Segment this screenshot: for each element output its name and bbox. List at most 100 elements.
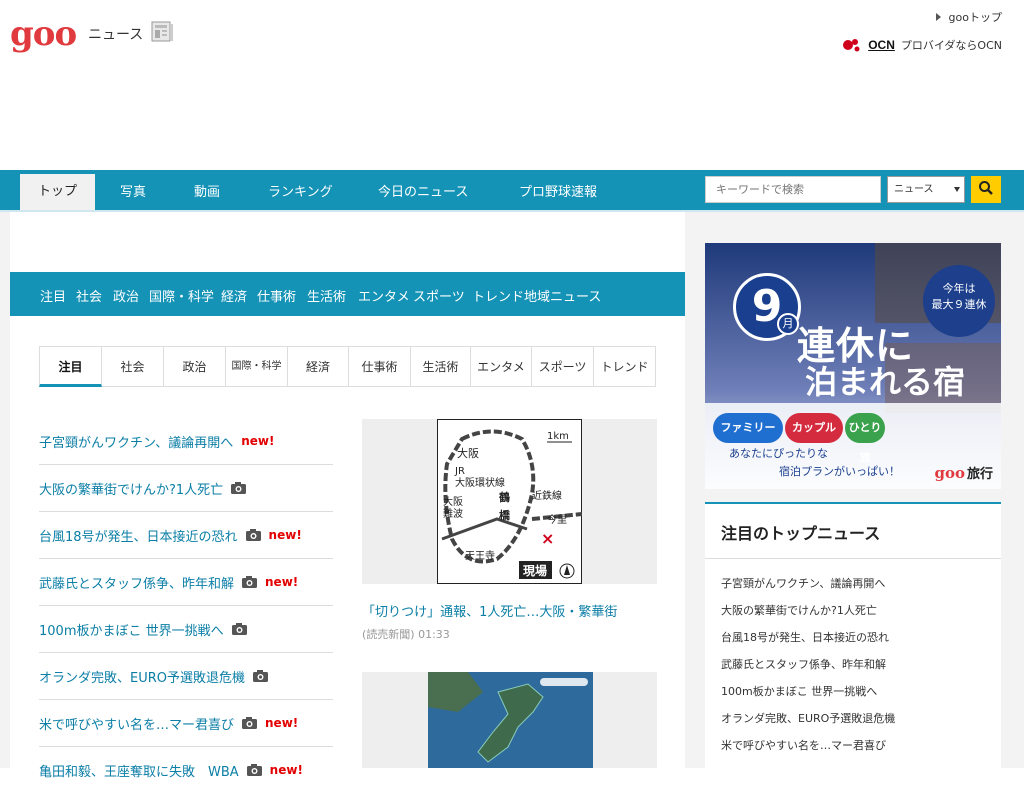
- list-item[interactable]: 武藤氏とスタッフ係争、昨年和解 new!: [39, 559, 333, 606]
- list-item[interactable]: 子宮頸がんワクチン、議論再開へ new!: [39, 418, 333, 465]
- chevron-down-icon: [954, 187, 960, 192]
- top-news-item[interactable]: 米で呼びやすい名を…マー君喜び: [721, 738, 895, 765]
- category-kokusai[interactable]: 国際・科学: [149, 286, 214, 305]
- satellite-image: [428, 672, 593, 768]
- ad-badge-line1: 今年は: [942, 282, 976, 295]
- top-news-item[interactable]: 大阪の繁華街でけんか?1人死亡: [721, 603, 895, 630]
- top-news-item[interactable]: 100m板かまぼこ 世界一挑戦へ: [721, 684, 895, 711]
- nav-tab-baseball[interactable]: プロ野球速報: [519, 181, 597, 200]
- map-label-jr: JR: [454, 466, 465, 477]
- news-list: 子宮頸がんワクチン、議論再開へ new! 大阪の繁華街でけんか?1人死亡 台風1…: [39, 418, 333, 793]
- list-item[interactable]: 100m板かまぼこ 世界一挑戦へ: [39, 606, 333, 653]
- category-bar: 注目 社会 政治 国際・科学 経済 仕事術 生活術 エンタメ スポーツ トレンド…: [10, 272, 685, 316]
- news-title[interactable]: 台風18号が発生、日本接近の恐れ: [39, 526, 238, 545]
- feature-caption[interactable]: 「切りつけ」通報、1人死亡…大阪・繁華街: [362, 601, 617, 620]
- goo-top-label: gooトップ: [948, 11, 1002, 24]
- search-input[interactable]: [705, 176, 881, 203]
- news-title[interactable]: 大阪の繁華街でけんか?1人死亡: [39, 479, 223, 498]
- nav-tab-ranking[interactable]: ランキング: [268, 181, 333, 200]
- top-news-divider: [705, 558, 1001, 559]
- news-section-title[interactable]: ニュース: [88, 24, 143, 44]
- category-chumoku[interactable]: 注目: [40, 286, 66, 305]
- map-label-osaka: 大阪: [457, 446, 479, 460]
- tab-keizai[interactable]: 経済: [288, 346, 349, 387]
- ad-tagline-1: あなたにぴったりな: [729, 447, 828, 460]
- camera-icon: [246, 764, 262, 776]
- camera-icon: [231, 482, 247, 494]
- search-scope-value: ニュース: [894, 184, 934, 195]
- nav-tab-videos[interactable]: 動画: [194, 181, 220, 200]
- camera-icon: [242, 576, 258, 588]
- new-badge: new!: [268, 528, 302, 542]
- tab-seiji[interactable]: 政治: [164, 346, 226, 387]
- feature-photo[interactable]: 1km 大阪 JR 大阪環状線 大阪 難波 鶴 橋 近鉄線 今里 天王寺 × 現…: [362, 419, 657, 584]
- news-title[interactable]: 子宮頸がんワクチン、議論再開へ: [39, 432, 233, 451]
- nav-tab-photos[interactable]: 写真: [120, 181, 146, 200]
- map-label-tennoji: 天王寺: [465, 550, 495, 562]
- camera-icon: [242, 717, 258, 729]
- feature-photo-2[interactable]: [362, 672, 657, 768]
- category-shakai[interactable]: 社会: [76, 286, 102, 305]
- ad-badge-line2: 最大９連休: [931, 298, 987, 311]
- ad-holiday-badge: 今年は 最大９連休: [923, 265, 995, 337]
- feature-source: (読売新聞) 01:33: [362, 628, 450, 641]
- camera-icon: [231, 623, 247, 635]
- ad-pill-family: ファミリー: [713, 413, 783, 443]
- tab-sports[interactable]: スポーツ: [532, 346, 594, 387]
- tab-entame[interactable]: エンタメ: [471, 346, 532, 387]
- news-title[interactable]: 100m板かまぼこ 世界一挑戦へ: [39, 620, 224, 639]
- search-scope-select[interactable]: ニュース: [887, 176, 965, 203]
- news-title[interactable]: 武藤氏とスタッフ係争、昨年和解: [39, 573, 234, 592]
- tab-trend[interactable]: トレンド: [594, 346, 656, 387]
- ad-headline-2: 泊まれる宿: [805, 363, 966, 401]
- top-news-panel: 注目のトップニュース 子宮頸がんワクチン、議論再開へ 大阪の繁華街でけんか?1人…: [705, 504, 1001, 768]
- ocn-provider-link[interactable]: OCN プロバイダならOCN: [842, 36, 1002, 54]
- map-scale-label: 1km: [547, 431, 569, 442]
- category-local[interactable]: 地域ニュース: [524, 286, 601, 305]
- tab-shakai[interactable]: 社会: [102, 346, 164, 387]
- top-news-item[interactable]: 台風18号が発生、日本接近の恐れ: [721, 630, 895, 657]
- category-seiji[interactable]: 政治: [113, 286, 139, 305]
- new-badge: new!: [269, 763, 303, 777]
- search-button[interactable]: [971, 176, 1001, 203]
- news-tabs: 注目 社会 政治 国際・科学 経済 仕事術 生活術 エンタメ スポーツ トレンド: [39, 346, 656, 389]
- tab-kokusai[interactable]: 国際・科学: [226, 346, 288, 387]
- list-item[interactable]: 台風18号が発生、日本接近の恐れ new!: [39, 512, 333, 559]
- map-label-namba2: 難波: [443, 507, 463, 520]
- ad-tagline-2: 宿泊プランがいっぱい！: [779, 465, 900, 478]
- incident-marker-icon: ×: [541, 529, 554, 548]
- new-badge: new!: [241, 434, 275, 448]
- top-news-list: 子宮頸がんワクチン、議論再開へ 大阪の繁華街でけんか?1人死亡 台風18号が発生…: [721, 576, 895, 765]
- category-shigoto[interactable]: 仕事術: [257, 286, 296, 305]
- list-item[interactable]: 大阪の繁華街でけんか?1人死亡: [39, 465, 333, 512]
- category-seikatsu[interactable]: 生活術: [307, 286, 346, 305]
- goo-logo[interactable]: goo: [10, 16, 77, 52]
- tab-shigoto[interactable]: 仕事術: [349, 346, 411, 387]
- category-trend[interactable]: トレンド: [472, 286, 524, 305]
- list-item[interactable]: 亀田和毅、王座奪取に失敗 WBA new!: [39, 747, 333, 793]
- top-news-item[interactable]: オランダ完敗、EURO予選敗退危機: [721, 711, 895, 738]
- category-keizai[interactable]: 経済: [221, 286, 247, 305]
- news-title[interactable]: オランダ完敗、EURO予選敗退危機: [39, 667, 245, 686]
- map-label-loop: 大阪環状線: [455, 476, 505, 489]
- goo-travel-logo: goo 旅行: [934, 464, 993, 482]
- travel-ad-banner[interactable]: 9 月 今年は 最大９連休 連休に 泊まれる宿 ファミリー カップル ひとり旅 …: [705, 243, 1001, 489]
- tab-chumoku[interactable]: 注目: [39, 346, 102, 387]
- search-icon: [979, 181, 993, 195]
- list-item[interactable]: オランダ完敗、EURO予選敗退危機: [39, 653, 333, 700]
- ocn-provider-label: プロバイダならOCN: [900, 39, 1002, 52]
- top-news-heading: 注目のトップニュース: [721, 524, 881, 543]
- category-sports[interactable]: スポーツ: [413, 286, 465, 305]
- top-news-item[interactable]: 子宮頸がんワクチン、議論再開へ: [721, 576, 895, 603]
- tab-seikatsu[interactable]: 生活術: [411, 346, 471, 387]
- top-news-item[interactable]: 武藤氏とスタッフ係争、昨年和解: [721, 657, 895, 684]
- news-title[interactable]: 亀田和毅、王座奪取に失敗 WBA: [39, 761, 239, 780]
- nav-tab-today[interactable]: 今日のニュース: [378, 181, 468, 200]
- category-entame[interactable]: エンタメ: [358, 286, 410, 305]
- map-label-genba: 現場: [523, 563, 547, 578]
- main-nav: トップ 写真 動画 ランキング 今日のニュース プロ野球速報 ニュース: [0, 170, 1024, 212]
- goo-top-link[interactable]: gooトップ: [842, 8, 1002, 26]
- nav-tab-top[interactable]: トップ: [20, 174, 95, 212]
- list-item[interactable]: 米で呼びやすい名を…マー君喜び new!: [39, 700, 333, 747]
- news-title[interactable]: 米で呼びやすい名を…マー君喜び: [39, 714, 234, 733]
